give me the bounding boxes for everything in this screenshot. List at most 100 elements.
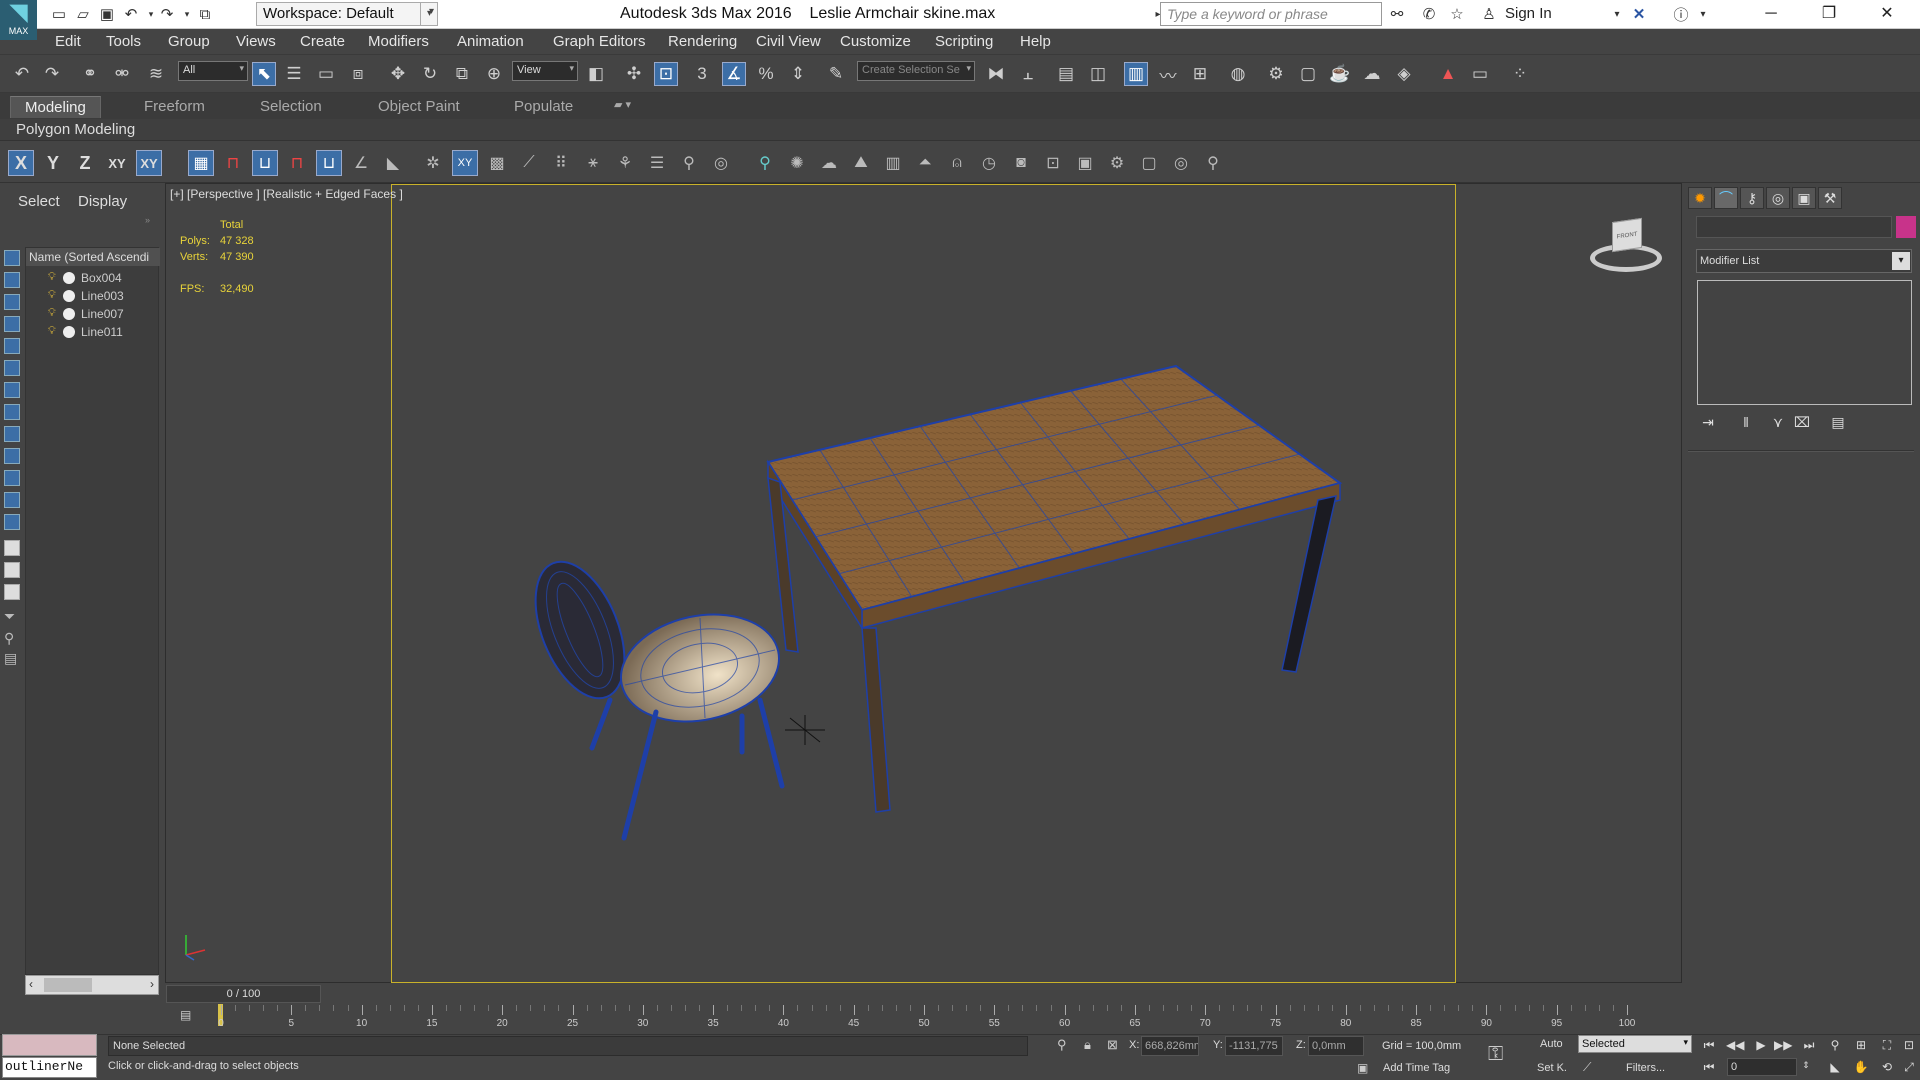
maxscript-listener-pink[interactable] xyxy=(2,1034,97,1056)
viewcube-face-label: FRONT xyxy=(1616,231,1638,241)
timeline-tick xyxy=(1542,1005,1544,1011)
timeline-tick xyxy=(530,1005,532,1011)
orbit-icon[interactable]: ⟲ xyxy=(1878,1060,1896,1076)
hierarchy-panel-icon[interactable]: ⚷ xyxy=(1740,187,1764,209)
app-logo-button[interactable]: ◥ MAX xyxy=(0,0,37,40)
x-coord-field[interactable]: 668,826mm xyxy=(1141,1036,1199,1056)
timeline-tick xyxy=(375,1005,377,1011)
zoom-extents-icon[interactable]: ⛶ xyxy=(1878,1038,1896,1054)
selection-info: None Selected xyxy=(108,1036,1028,1056)
timeline-tick-label: 45 xyxy=(848,1018,860,1029)
motion-panel-icon[interactable]: ◎ xyxy=(1766,187,1790,209)
timeline-tick xyxy=(642,1005,644,1015)
mini-curve-editor-icon[interactable]: ▤ xyxy=(180,1008,204,1024)
key-filters-button[interactable]: Filters... xyxy=(1626,1062,1665,1074)
timeline-tick xyxy=(1500,1005,1502,1011)
zoom-extents-all-icon[interactable]: ⊡ xyxy=(1900,1038,1918,1054)
table-model[interactable] xyxy=(766,364,1343,813)
go-to-end-icon[interactable]: ⏭ xyxy=(1800,1038,1818,1054)
zoom-all-icon[interactable]: ⊞ xyxy=(1852,1038,1870,1054)
timeline-tick xyxy=(1191,1005,1193,1011)
go-to-start-icon[interactable]: ⏮ xyxy=(1700,1038,1718,1054)
object-color-swatch[interactable] xyxy=(1896,216,1916,238)
modify-panel-icon[interactable]: ⌒ xyxy=(1714,187,1738,209)
timeline-tick xyxy=(1148,1005,1150,1011)
timeline-tick-label: 90 xyxy=(1480,1018,1492,1029)
make-unique-icon[interactable]: ⋎ xyxy=(1766,414,1790,434)
next-frame-icon[interactable]: ▶▶ xyxy=(1774,1038,1792,1054)
time-slider[interactable]: 0 / 100 xyxy=(166,985,321,1003)
set-key-icon[interactable]: ⚿ xyxy=(1488,1043,1503,1066)
timeline-tick-label: 100 xyxy=(1618,1018,1636,1029)
play-icon[interactable]: ▶ xyxy=(1752,1038,1770,1054)
show-end-result-icon[interactable]: ‖ xyxy=(1734,414,1758,434)
time-tag-icon[interactable]: ▣ xyxy=(1357,1061,1368,1075)
modifier-list-dropdown[interactable]: Modifier List ▾ xyxy=(1696,249,1912,273)
viewcube-face[interactable]: FRONT xyxy=(1612,217,1642,253)
timeline-tick-label: 25 xyxy=(566,1018,579,1029)
default-in-out-tangent-icon[interactable]: ⟋ xyxy=(1583,1060,1591,1075)
timeline-tick-label: 50 xyxy=(918,1018,930,1029)
utilities-panel-icon[interactable]: ⚒ xyxy=(1818,187,1842,209)
frame-spinner-icon[interactable]: ⇕ xyxy=(1797,1060,1815,1076)
timeline-tick xyxy=(333,1005,335,1011)
armchair-model[interactable] xyxy=(518,549,789,841)
timeline-tick xyxy=(924,1005,925,1015)
timeline-tick xyxy=(1444,1005,1446,1011)
timeline-tick-label: 20 xyxy=(496,1018,508,1029)
timeline-tick-label: 70 xyxy=(1199,1018,1211,1029)
z-coord-field[interactable]: 0,0mm xyxy=(1308,1036,1364,1056)
maxscript-mini-listener[interactable]: outlinerNe xyxy=(2,1057,97,1078)
selection-lock-icon[interactable]: 🔒︎ xyxy=(1084,1037,1091,1053)
previous-frame-icon[interactable]: ◀◀ xyxy=(1726,1038,1744,1054)
maximize-viewport-icon[interactable]: ⤢ xyxy=(1900,1060,1918,1076)
panel-separator xyxy=(1688,450,1914,452)
timeline-tick xyxy=(403,1005,405,1011)
y-coord-field[interactable]: -1131,775 xyxy=(1225,1036,1283,1056)
time-slider-label: 0 / 100 xyxy=(226,988,261,1000)
timeline-tick xyxy=(1373,1005,1375,1011)
field-of-view-icon[interactable]: ◣ xyxy=(1826,1060,1844,1076)
absolute-mode-icon[interactable]: ⊠ xyxy=(1107,1037,1118,1053)
timeline-tick xyxy=(1275,1005,1277,1015)
timeline-tick xyxy=(628,1005,630,1011)
object-name-field[interactable] xyxy=(1696,216,1892,238)
timeline-tick xyxy=(1556,1005,1558,1015)
key-mode-icon[interactable]: ⏮ xyxy=(1700,1060,1718,1076)
zoom-icon[interactable]: ⚲ xyxy=(1826,1038,1844,1054)
remove-modifier-icon[interactable]: ⌧ xyxy=(1790,414,1814,434)
timeline-tick xyxy=(291,1005,293,1015)
current-frame-field[interactable] xyxy=(1727,1058,1797,1076)
set-key-button[interactable]: Set K. xyxy=(1537,1062,1567,1074)
display-panel-icon[interactable]: ▣ xyxy=(1792,187,1816,209)
timeline-tick-label: 30 xyxy=(637,1018,649,1029)
key-filter-selection-dropdown[interactable]: Selected ▾ xyxy=(1578,1035,1692,1053)
configure-modifier-sets-icon[interactable]: ▤ xyxy=(1826,414,1850,434)
pan-view-icon[interactable]: ✋ xyxy=(1852,1060,1870,1076)
timeline-tick xyxy=(1219,1005,1221,1011)
timeline-tick xyxy=(1331,1005,1333,1011)
timeline-tick xyxy=(474,1005,476,1011)
add-time-tag[interactable]: Add Time Tag xyxy=(1383,1062,1450,1074)
timeline-tick xyxy=(1247,1005,1249,1011)
auto-key-button[interactable]: Auto xyxy=(1540,1038,1563,1050)
create-panel-icon[interactable]: ✹ xyxy=(1688,187,1712,209)
track-bar[interactable]: ▤ 0 5 10 15 20 25 30 35 40 45 50 55 60 65 70 75 80 85 90 95… xyxy=(165,1004,1685,1036)
isolate-selection-icon[interactable]: ⚲ xyxy=(1057,1037,1067,1053)
modifier-stack[interactable] xyxy=(1697,280,1912,405)
viewcube[interactable]: FRONT xyxy=(1588,214,1664,278)
pin-stack-icon[interactable]: ⇥ xyxy=(1696,414,1720,434)
timeline-tick xyxy=(1036,1005,1038,1011)
timeline-tick xyxy=(1233,1005,1235,1011)
timeline-tick xyxy=(600,1005,602,1011)
timeline-tick xyxy=(516,1005,518,1011)
timeline-tick xyxy=(460,1005,462,1011)
timeline-tick xyxy=(1570,1005,1572,1011)
timeline-tick xyxy=(1387,1005,1389,1011)
timeline-tick xyxy=(1458,1005,1460,1011)
timeline-tick xyxy=(881,1005,883,1011)
timeline-tick xyxy=(1022,1005,1024,1011)
timeline-tick xyxy=(558,1005,560,1011)
timeline-tick xyxy=(713,1005,715,1015)
timeline-tick xyxy=(221,1005,222,1015)
